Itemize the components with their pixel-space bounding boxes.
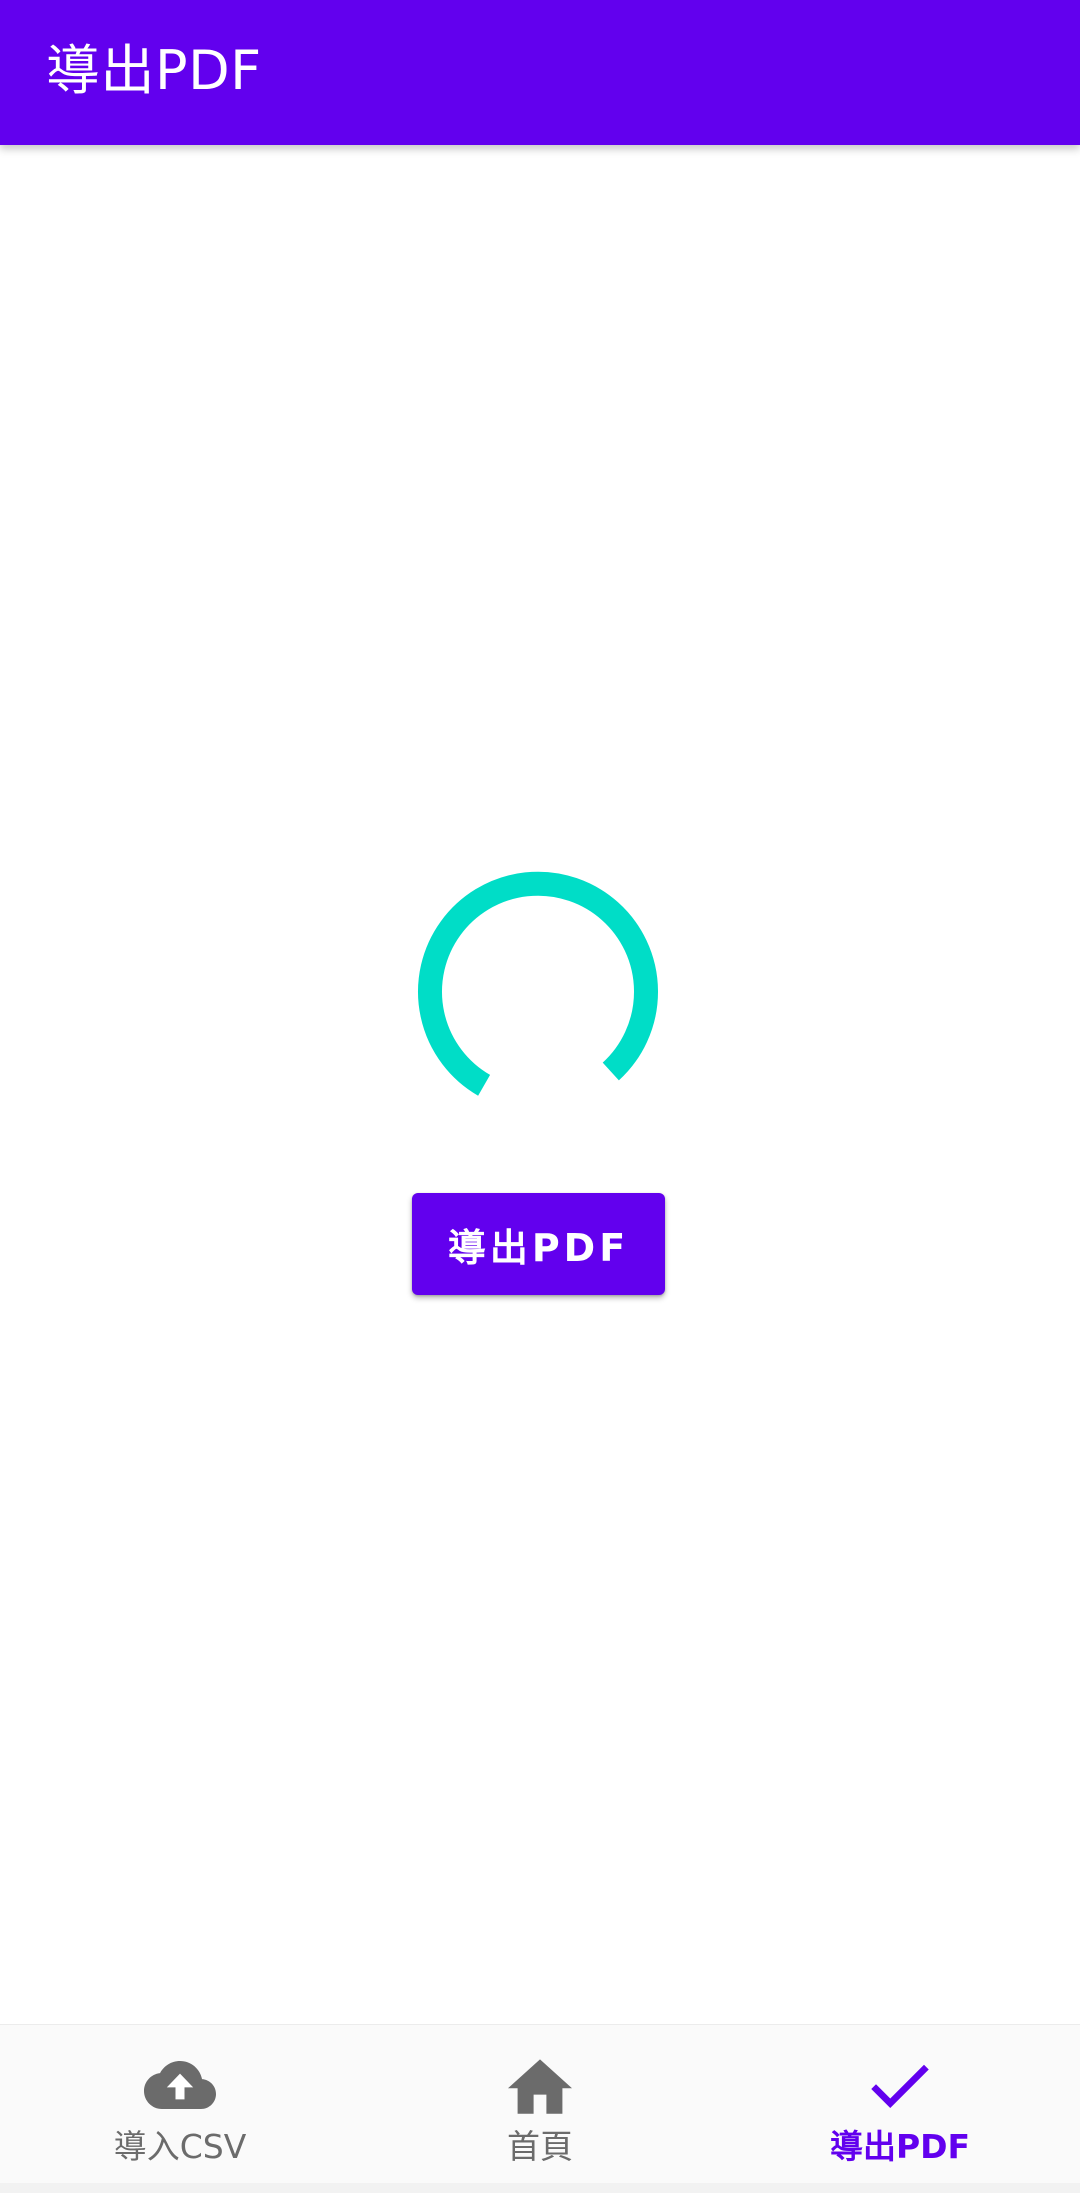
app-bar: 導出PDF [0,0,1080,145]
home-icon [502,2055,578,2115]
loading-spinner [400,850,680,1130]
nav-label-export-pdf: 導出PDF [829,2127,971,2166]
nav-label-home: 首頁 [507,2127,573,2166]
export-pdf-button[interactable]: 導出PDF [412,1193,665,1295]
nav-item-home[interactable]: 首頁 [360,2025,720,2184]
nav-item-import-csv[interactable]: 導入CSV [0,2025,360,2184]
bottom-navigation: 導入CSV 首頁 導出PDF [0,2024,1080,2184]
screen: 導出PDF 導出PDF 導入CSV 首頁 導出PDF [0,0,1080,2193]
spinner-arc [418,871,658,1096]
system-navigation-bar [0,2183,1080,2193]
cloud-upload-icon [142,2055,218,2115]
page-title: 導出PDF [46,39,262,102]
nav-item-export-pdf[interactable]: 導出PDF [720,2025,1080,2184]
nav-label-import-csv: 導入CSV [113,2127,247,2166]
check-icon [862,2055,938,2115]
